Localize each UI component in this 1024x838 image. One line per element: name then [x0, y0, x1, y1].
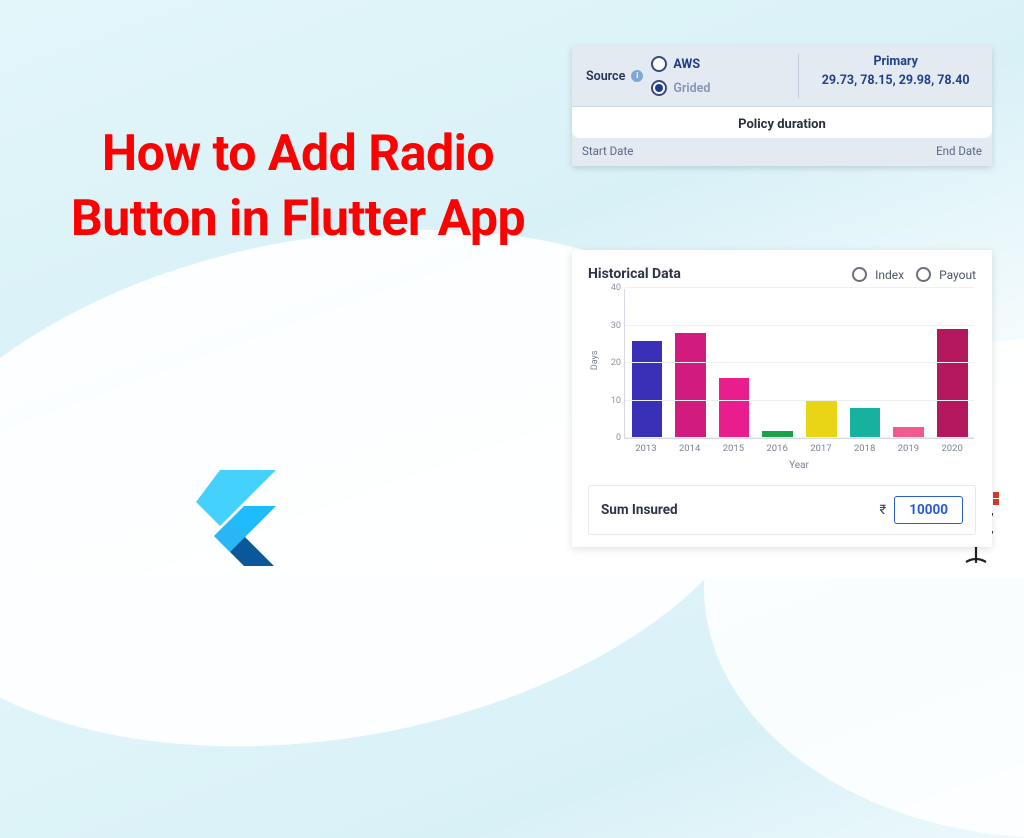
chart-option-index[interactable]: Index	[852, 264, 904, 283]
x-tick: 2013	[628, 443, 664, 454]
x-tick: 2017	[803, 443, 839, 454]
bar-2014[interactable]	[673, 333, 709, 438]
source-radio-group: AWS Grided	[651, 56, 710, 96]
y-tick: 40	[603, 283, 621, 293]
sum-insured-row: Sum Insured ₹ 10000	[588, 485, 976, 535]
gridline	[625, 287, 974, 288]
sum-insured-input[interactable]: 10000	[894, 496, 963, 524]
source-column: Source i AWS Grided	[572, 46, 798, 106]
start-date-label[interactable]: Start Date	[582, 144, 633, 158]
source-primary-row: Source i AWS Grided Primary 29.73, 78.15…	[572, 46, 992, 107]
policy-title: Policy duration	[738, 117, 826, 132]
x-ticks: 2013 2014 2015 2016 2017 2018 2019 2020	[624, 439, 974, 454]
radio-label: Grided	[673, 81, 710, 96]
chart-title: Historical Data	[588, 266, 681, 282]
historical-data-card: Historical Data Index Payout Days 010203…	[572, 250, 992, 547]
sum-insured-value-group: ₹ 10000	[880, 496, 963, 524]
x-tick: 2020	[934, 443, 970, 454]
chart-option-payout[interactable]: Payout	[916, 264, 976, 283]
source-policy-card: Source i AWS Grided Primary 29.73, 78.15…	[572, 46, 992, 166]
radio-icon	[651, 56, 667, 72]
end-date-label[interactable]: End Date	[936, 144, 982, 158]
radio-icon	[651, 80, 667, 96]
y-tick: 30	[603, 321, 621, 331]
source-label: Source	[586, 69, 625, 84]
bar-rect	[806, 401, 837, 439]
chart-radio-group: Index Payout	[852, 264, 976, 283]
radio-icon	[916, 267, 931, 282]
bar-2020[interactable]	[934, 329, 970, 438]
bar-rect	[675, 333, 706, 438]
chart-header: Historical Data Index Payout	[588, 264, 976, 283]
x-tick: 2016	[759, 443, 795, 454]
chart-plot: 010203040	[624, 289, 974, 439]
gridline	[625, 437, 974, 438]
primary-column: Primary 29.73, 78.15, 29.98, 78.40	[799, 46, 992, 106]
bar-rect	[937, 329, 968, 438]
bar-rect	[850, 408, 881, 438]
x-axis-label: Year	[624, 460, 974, 471]
radio-label: Payout	[939, 268, 976, 282]
source-option-grided[interactable]: Grided	[651, 80, 710, 96]
gridline	[625, 400, 974, 401]
x-tick: 2014	[672, 443, 708, 454]
bar-rect	[632, 341, 663, 439]
bar-2015[interactable]	[716, 378, 752, 438]
flutter-logo	[196, 470, 276, 566]
radio-icon	[852, 267, 867, 282]
bar-rect	[719, 378, 750, 438]
x-tick: 2015	[716, 443, 752, 454]
y-tick: 10	[603, 396, 621, 406]
radio-label: AWS	[673, 57, 700, 72]
rupee-icon: ₹	[880, 503, 887, 518]
y-tick: 20	[603, 358, 621, 368]
bar-2013[interactable]	[629, 341, 665, 439]
gridline	[625, 325, 974, 326]
chart-area: Days 010203040 2013201420152016201720182…	[606, 289, 974, 471]
radio-label: Index	[875, 268, 904, 282]
y-tick: 0	[603, 433, 621, 443]
policy-dates-row: Start Date End Date	[572, 138, 992, 166]
bar-2017[interactable]	[804, 401, 840, 439]
x-tick: 2018	[847, 443, 883, 454]
source-option-aws[interactable]: AWS	[651, 56, 710, 72]
chart-bars	[625, 289, 974, 438]
y-axis-label: Days	[590, 351, 600, 371]
headline-text: How to Add Radio Button in Flutter App	[58, 122, 538, 252]
info-icon[interactable]: i	[631, 70, 643, 82]
sum-insured-label: Sum Insured	[601, 502, 678, 518]
bar-2018[interactable]	[847, 408, 883, 438]
gridline	[625, 362, 974, 363]
policy-header: Policy duration	[572, 107, 992, 138]
primary-title: Primary	[805, 54, 986, 71]
primary-coords: 29.73, 78.15, 29.98, 78.40	[822, 73, 970, 88]
x-tick: 2019	[891, 443, 927, 454]
